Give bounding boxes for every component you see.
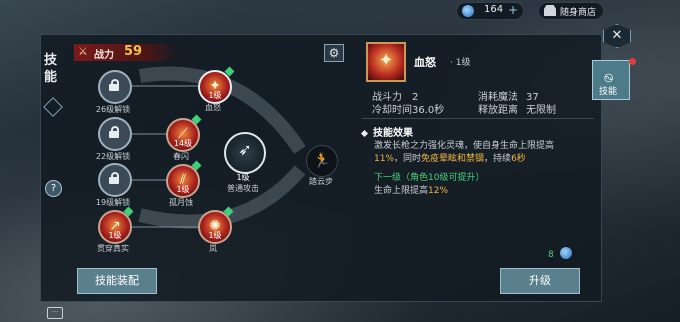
upgrade-button[interactable]: 升级 — [500, 268, 580, 294]
skill-name: 血怒 — [205, 103, 221, 112]
skill-name: 春闪 — [173, 152, 189, 161]
skill-level: 1级 — [208, 231, 222, 240]
locked-skill-slot-2[interactable] — [98, 117, 132, 151]
notification-dot — [629, 58, 636, 65]
locked-skill-slot-1[interactable] — [98, 70, 132, 104]
upgrade-cost: 8 — [548, 250, 554, 260]
basic-attack-node[interactable]: ➶ — [224, 132, 266, 174]
spear-icon: ➶ — [238, 140, 252, 159]
tab-skill-label: 技能 — [599, 87, 618, 97]
chat-icon: ··· — [51, 308, 59, 316]
desc-highlight: 免疫晕眩和禁锢 — [421, 154, 485, 164]
next-level-label: 下一级（角色10级可提升） — [374, 173, 485, 183]
desc-highlight: 12% — [428, 186, 449, 196]
skill-level: 1级 — [176, 185, 190, 194]
skill-detail-pane: ✦ 血怒 · 1级 战斗力 2 消耗魔法 37 冷却时间36.0秒 释放距离 无限制 … — [358, 34, 600, 300]
desc-highlight: 6秒 — [511, 154, 526, 164]
settings-button[interactable]: ⚙ — [324, 44, 344, 62]
stat-key: 释放距离 — [478, 105, 518, 116]
unlock-requirement-label: 19级解锁 — [95, 198, 131, 207]
running-figure-icon: 🏃 — [313, 153, 331, 169]
lock-icon — [109, 79, 119, 91]
stat-value: 无限制 — [526, 105, 556, 116]
desc-text: 生命上限提高 — [374, 186, 429, 196]
dodge-skill-node[interactable]: 🏃 — [306, 145, 338, 177]
skill-node-blood-rage[interactable]: ✦ 1级 — [198, 70, 232, 104]
unlock-requirement-label: 22级解锁 — [95, 152, 131, 161]
gear-icon: ⚙ — [328, 46, 340, 60]
skill-name: 岚 — [209, 244, 217, 253]
lock-icon — [109, 126, 119, 138]
stat-value: 36.0秒 — [412, 105, 445, 116]
gem-icon — [560, 247, 572, 259]
selected-skill-level: · 1级 — [450, 58, 471, 68]
desc-highlight: 11% — [374, 154, 395, 164]
skill-level: 14级 — [173, 139, 193, 148]
desc-text: 激发长枪之力强化灵魂，使自身生命上限提高 — [374, 141, 555, 151]
desc-text: ，同时 — [394, 154, 422, 164]
locked-skill-slot-3[interactable] — [98, 163, 132, 197]
unlock-requirement-label: 26级解锁 — [95, 105, 131, 114]
effect-header: 技能效果 — [362, 124, 413, 139]
blood-rage-icon: ✦ — [378, 50, 394, 71]
chat-button[interactable]: ··· — [47, 307, 63, 319]
effect-description: 激发长枪之力强化灵魂，使自身生命上限提高 11%，同时免疫晕眩和禁锢，持续6秒 — [374, 140, 574, 166]
stat-cooldown: 冷却时间36.0秒 — [372, 101, 444, 116]
lock-icon — [109, 172, 119, 184]
skill-level: 1级 — [108, 231, 122, 240]
skill-level: 1级 — [208, 91, 222, 100]
divider — [362, 118, 594, 119]
stat-key: 冷却时间 — [372, 105, 412, 116]
skill-equip-button[interactable]: 技能装配 — [77, 268, 157, 294]
dodge-skill-name: 踏云步 — [309, 177, 333, 186]
tab-skill[interactable]: ࿊ 技能 — [592, 60, 630, 100]
selected-skill-icon: ✦ — [366, 42, 406, 82]
skill-name: 贯穿真实 — [97, 244, 129, 253]
selected-skill-name: 血怒 — [414, 56, 436, 69]
basic-attack-level: 1级 — [236, 173, 250, 182]
next-level-effect: 生命上限提高12% — [374, 183, 448, 196]
basic-attack-name: 普通攻击 — [227, 184, 259, 193]
close-icon: ✕ — [611, 28, 623, 43]
desc-text: ，持续 — [484, 154, 512, 164]
stat-range: 释放距离 无限制 — [478, 101, 556, 116]
skill-name: 孤月蚀 — [169, 198, 193, 207]
